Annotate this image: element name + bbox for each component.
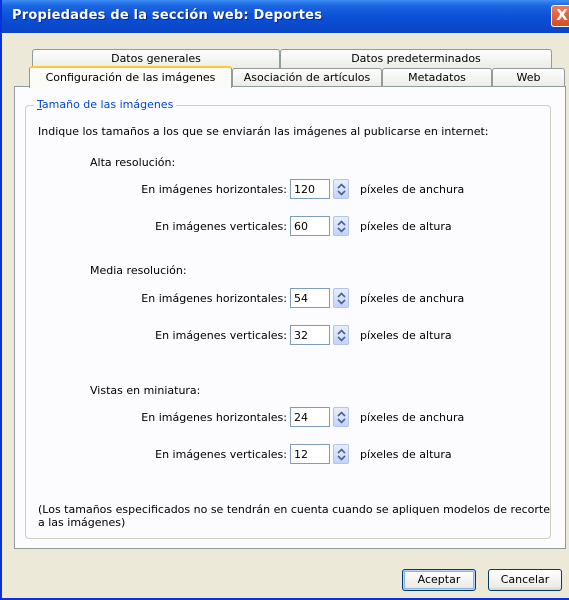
accept-button[interactable]: Aceptar [402,569,476,591]
spinner-arrows-icon [337,411,346,424]
spinner-arrows-icon [337,448,346,461]
height-unit: píxeles de altura [360,220,452,233]
section-title-miniatura: Vistas en miniatura: [90,384,201,397]
spinner-arrows-icon [337,292,346,305]
tab-datos-predeterminados[interactable]: Datos predeterminados [280,49,552,68]
spinner-arrows-icon [337,183,346,196]
width-unit: píxeles de anchura [360,183,465,196]
tab-configuracion-imagenes[interactable]: Configuración de las imágenes [29,66,232,88]
miniatura-vertical-spinner[interactable] [333,444,349,464]
window-title: Propiedades de la sección web: Deportes [12,8,323,23]
tab-label: Metadatos [408,71,466,84]
height-unit: píxeles de altura [360,329,452,342]
cancel-button[interactable]: Cancelar [488,569,562,591]
width-unit: píxeles de anchura [360,411,465,424]
horizontal-label: En imágenes horizontales: [141,183,287,196]
miniatura-horizontal-input[interactable] [290,407,330,427]
miniatura-vertical-input[interactable] [290,444,330,464]
close-button[interactable]: X [551,5,569,27]
horizontal-label: En imágenes horizontales: [141,411,287,424]
tab-label: Web [516,71,541,84]
alta-horizontal-input[interactable] [290,179,330,199]
media-horizontal-input[interactable] [290,288,330,308]
alta-vertical-input[interactable] [290,216,330,236]
tab-metadatos[interactable]: Metadatos [382,68,492,87]
section-title-alta: Alta resolución: [90,156,176,169]
tab-web[interactable]: Web [492,68,565,87]
tab-label: Datos predeterminados [351,52,481,65]
media-vertical-spinner[interactable] [333,325,349,345]
intro-text: Indique los tamaños a los que se enviará… [38,125,489,138]
miniatura-horizontal-spinner[interactable] [333,407,349,427]
width-unit: píxeles de anchura [360,292,465,305]
height-unit: píxeles de altura [360,448,452,461]
vertical-label: En imágenes verticales: [155,220,287,233]
image-size-group [25,105,551,539]
vertical-label: En imágenes verticales: [155,448,287,461]
tab-label: Configuración de las imágenes [45,71,216,84]
properties-dialog: Propiedades de la sección web: Deportes … [0,0,569,600]
spinner-arrows-icon [337,329,346,342]
alta-horizontal-spinner[interactable] [333,179,349,199]
group-title: Tamaño de las imágenes [34,98,177,111]
spinner-arrows-icon [337,220,346,233]
media-horizontal-spinner[interactable] [333,288,349,308]
note-line-2: a las imágenes) [38,516,126,529]
alta-vertical-spinner[interactable] [333,216,349,236]
horizontal-label: En imágenes horizontales: [141,292,287,305]
tab-asociacion-articulos[interactable]: Asociación de artículos [232,68,382,87]
media-vertical-input[interactable] [290,325,330,345]
tab-label: Asociación de artículos [243,71,371,84]
title-bar[interactable]: Propiedades de la sección web: Deportes … [2,0,569,33]
vertical-label: En imágenes verticales: [155,329,287,342]
tab-label: Datos generales [111,52,201,65]
section-title-media: Media resolución: [90,264,187,277]
note-line-1: (Los tamaños especificados no se tendrán… [38,503,550,516]
